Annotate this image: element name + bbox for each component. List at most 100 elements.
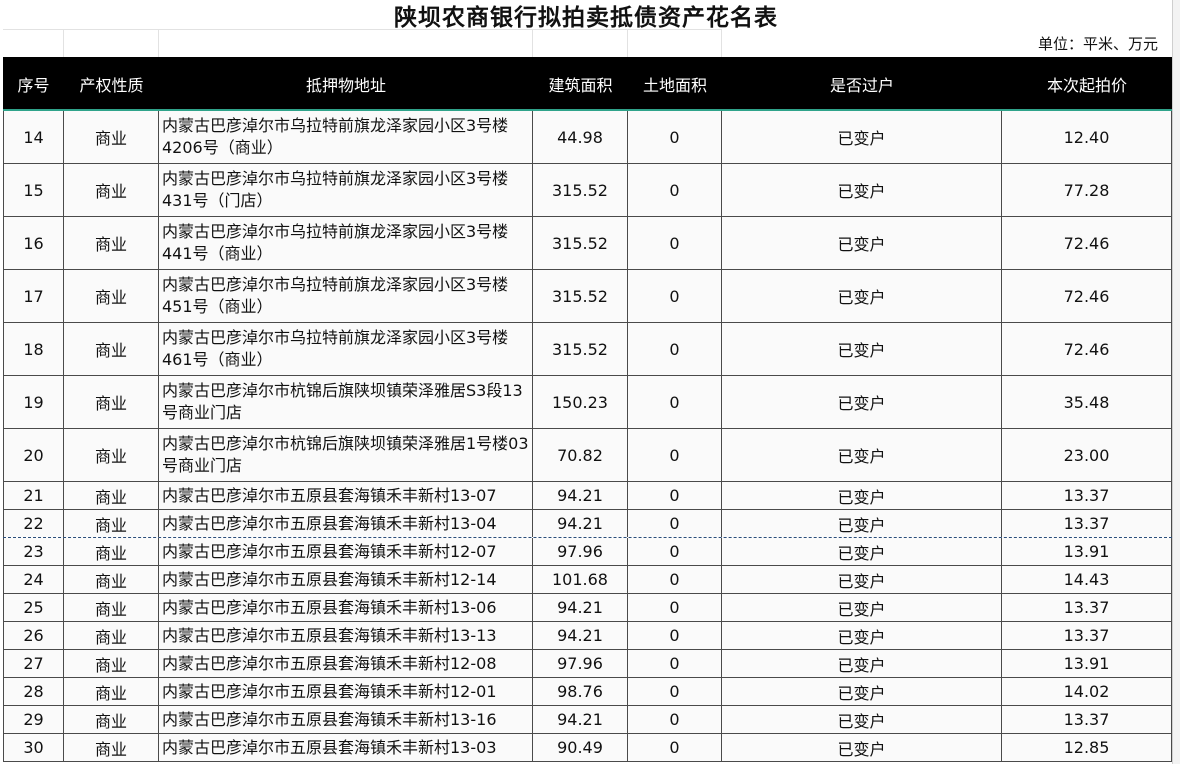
cell-serial[interactable]: 24: [3, 566, 64, 593]
empty-cell[interactable]: [159, 29, 533, 57]
cell-address[interactable]: 内蒙古巴彦淖尔市杭锦后旗陕坝镇荣泽雅居S3段13号商业门店: [159, 376, 533, 428]
cell-transferred[interactable]: 已变户: [722, 566, 1002, 593]
cell-serial[interactable]: 21: [3, 482, 64, 509]
cell-starting-price[interactable]: 13.37: [1002, 706, 1172, 733]
cell-land-area[interactable]: 0: [628, 376, 722, 428]
cell-transferred[interactable]: 已变户: [722, 622, 1002, 649]
empty-cell[interactable]: [64, 29, 159, 57]
cell-building-area[interactable]: 94.21: [533, 706, 628, 733]
cell-property-type[interactable]: 商业: [64, 270, 159, 322]
cell-starting-price[interactable]: 13.37: [1002, 622, 1172, 649]
cell-address[interactable]: 内蒙古巴彦淖尔市五原县套海镇禾丰新村13-03: [159, 734, 533, 761]
cell-serial[interactable]: 25: [3, 594, 64, 621]
cell-building-area[interactable]: 90.49: [533, 734, 628, 761]
cell-building-area[interactable]: 101.68: [533, 566, 628, 593]
cell-address[interactable]: 内蒙古巴彦淖尔市乌拉特前旗龙泽家园小区3号楼441号（商业）: [159, 217, 533, 269]
cell-property-type[interactable]: 商业: [64, 217, 159, 269]
cell-starting-price[interactable]: 13.37: [1002, 482, 1172, 509]
cell-transferred[interactable]: 已变户: [722, 429, 1002, 481]
cell-transferred[interactable]: 已变户: [722, 678, 1002, 705]
cell-starting-price[interactable]: 35.48: [1002, 376, 1172, 428]
cell-address[interactable]: 内蒙古巴彦淖尔市五原县套海镇禾丰新村12-08: [159, 650, 533, 677]
cell-serial[interactable]: 18: [3, 323, 64, 375]
cell-land-area[interactable]: 0: [628, 164, 722, 216]
cell-serial[interactable]: 20: [3, 429, 64, 481]
cell-transferred[interactable]: 已变户: [722, 217, 1002, 269]
cell-serial[interactable]: 27: [3, 650, 64, 677]
cell-building-area[interactable]: 44.98: [533, 111, 628, 163]
cell-land-area[interactable]: 0: [628, 566, 722, 593]
scrollbar-edge[interactable]: [1172, 0, 1180, 764]
header-transferred[interactable]: 是否过户: [722, 57, 1002, 110]
cell-land-area[interactable]: 0: [628, 706, 722, 733]
cell-starting-price[interactable]: 13.37: [1002, 594, 1172, 621]
cell-land-area[interactable]: 0: [628, 650, 722, 677]
cell-building-area[interactable]: 70.82: [533, 429, 628, 481]
header-serial[interactable]: 序号: [3, 57, 64, 110]
cell-address[interactable]: 内蒙古巴彦淖尔市乌拉特前旗龙泽家园小区3号楼4206号（商业）: [159, 111, 533, 163]
cell-transferred[interactable]: 已变户: [722, 323, 1002, 375]
header-starting-price[interactable]: 本次起拍价: [1002, 57, 1172, 110]
cell-property-type[interactable]: 商业: [64, 734, 159, 761]
cell-land-area[interactable]: 0: [628, 217, 722, 269]
cell-transferred[interactable]: 已变户: [722, 594, 1002, 621]
cell-building-area[interactable]: 315.52: [533, 164, 628, 216]
empty-cell[interactable]: [628, 29, 722, 57]
cell-property-type[interactable]: 商业: [64, 650, 159, 677]
header-building-area[interactable]: 建筑面积: [533, 57, 628, 110]
cell-building-area[interactable]: 94.21: [533, 510, 628, 537]
cell-address[interactable]: 内蒙古巴彦淖尔市五原县套海镇禾丰新村13-07: [159, 482, 533, 509]
cell-starting-price[interactable]: 14.02: [1002, 678, 1172, 705]
cell-transferred[interactable]: 已变户: [722, 538, 1002, 565]
cell-starting-price[interactable]: 13.91: [1002, 538, 1172, 565]
cell-property-type[interactable]: 商业: [64, 376, 159, 428]
cell-starting-price[interactable]: 12.85: [1002, 734, 1172, 761]
cell-building-area[interactable]: 315.52: [533, 323, 628, 375]
cell-address[interactable]: 内蒙古巴彦淖尔市乌拉特前旗龙泽家园小区3号楼431号（门店）: [159, 164, 533, 216]
cell-serial[interactable]: 15: [3, 164, 64, 216]
cell-transferred[interactable]: 已变户: [722, 376, 1002, 428]
cell-transferred[interactable]: 已变户: [722, 270, 1002, 322]
cell-starting-price[interactable]: 12.40: [1002, 111, 1172, 163]
cell-serial[interactable]: 23: [3, 538, 64, 565]
header-land-area[interactable]: 土地面积: [628, 57, 722, 110]
cell-address[interactable]: 内蒙古巴彦淖尔市五原县套海镇禾丰新村13-04: [159, 510, 533, 537]
cell-land-area[interactable]: 0: [628, 323, 722, 375]
cell-serial[interactable]: 14: [3, 111, 64, 163]
cell-property-type[interactable]: 商业: [64, 622, 159, 649]
cell-property-type[interactable]: 商业: [64, 323, 159, 375]
cell-land-area[interactable]: 0: [628, 510, 722, 537]
cell-land-area[interactable]: 0: [628, 594, 722, 621]
cell-serial[interactable]: 26: [3, 622, 64, 649]
empty-cell[interactable]: [3, 29, 64, 57]
cell-starting-price[interactable]: 13.91: [1002, 650, 1172, 677]
cell-serial[interactable]: 22: [3, 510, 64, 537]
cell-building-area[interactable]: 94.21: [533, 594, 628, 621]
header-property-type[interactable]: 产权性质: [64, 57, 159, 110]
cell-property-type[interactable]: 商业: [64, 429, 159, 481]
cell-land-area[interactable]: 0: [628, 429, 722, 481]
header-address[interactable]: 抵押物地址: [159, 57, 533, 110]
cell-property-type[interactable]: 商业: [64, 482, 159, 509]
cell-transferred[interactable]: 已变户: [722, 510, 1002, 537]
empty-cell[interactable]: [533, 29, 628, 57]
cell-starting-price[interactable]: 13.37: [1002, 510, 1172, 537]
cell-serial[interactable]: 19: [3, 376, 64, 428]
cell-land-area[interactable]: 0: [628, 111, 722, 163]
cell-starting-price[interactable]: 72.46: [1002, 217, 1172, 269]
cell-property-type[interactable]: 商业: [64, 111, 159, 163]
cell-property-type[interactable]: 商业: [64, 566, 159, 593]
cell-address[interactable]: 内蒙古巴彦淖尔市乌拉特前旗龙泽家园小区3号楼461号（商业）: [159, 323, 533, 375]
cell-address[interactable]: 内蒙古巴彦淖尔市乌拉特前旗龙泽家园小区3号楼451号（商业）: [159, 270, 533, 322]
cell-starting-price[interactable]: 72.46: [1002, 323, 1172, 375]
cell-starting-price[interactable]: 23.00: [1002, 429, 1172, 481]
cell-building-area[interactable]: 97.96: [533, 650, 628, 677]
cell-land-area[interactable]: 0: [628, 734, 722, 761]
cell-address[interactable]: 内蒙古巴彦淖尔市五原县套海镇禾丰新村12-14: [159, 566, 533, 593]
cell-building-area[interactable]: 94.21: [533, 482, 628, 509]
cell-serial[interactable]: 17: [3, 270, 64, 322]
cell-building-area[interactable]: 150.23: [533, 376, 628, 428]
cell-property-type[interactable]: 商业: [64, 164, 159, 216]
cell-property-type[interactable]: 商业: [64, 538, 159, 565]
cell-building-area[interactable]: 315.52: [533, 270, 628, 322]
